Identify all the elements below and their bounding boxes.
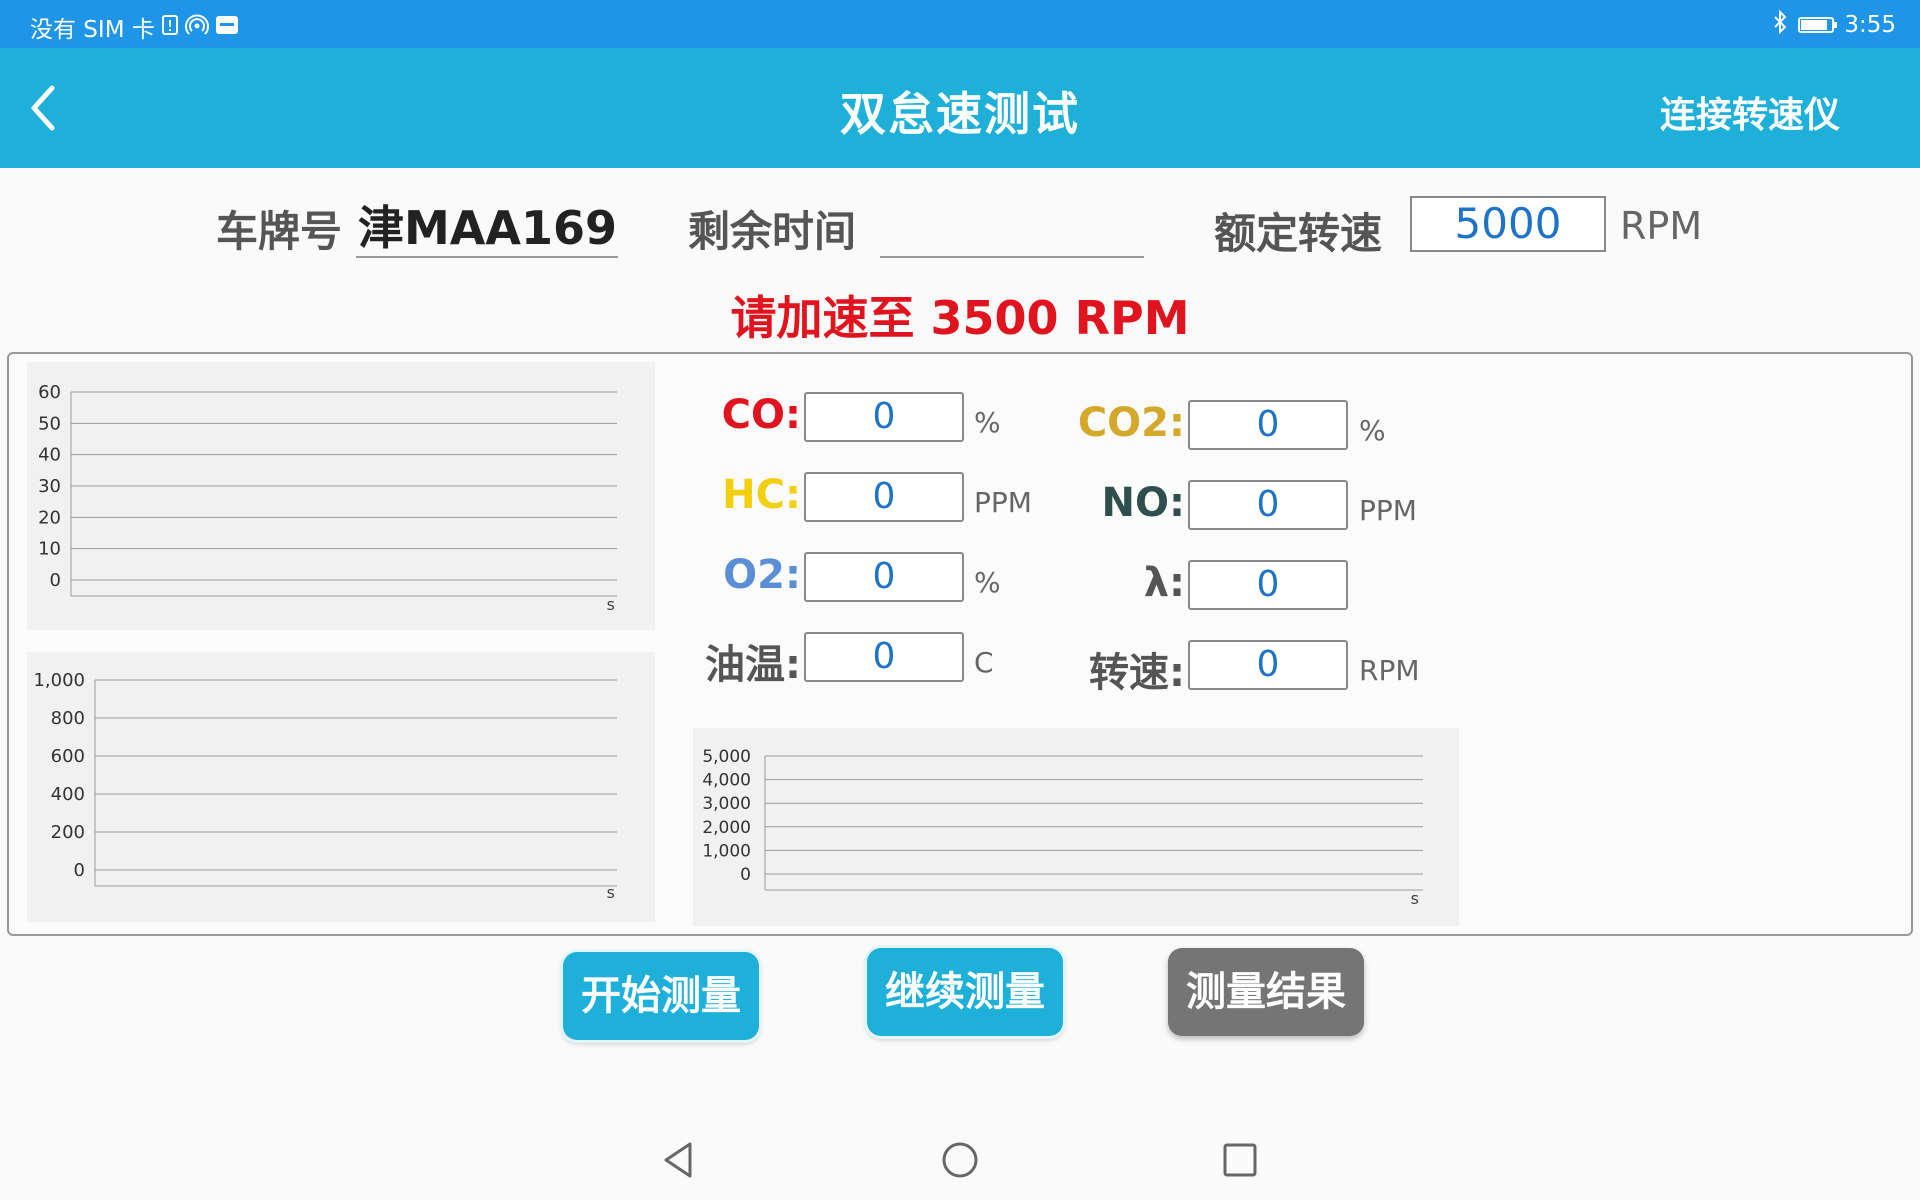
y-tick-label: 5,000	[702, 747, 751, 767]
oil-temp-unit: C	[974, 646, 994, 679]
chart-svg: 60 50 40 30 20 10 0 s	[38, 382, 617, 614]
y-tick-label: 800	[51, 708, 85, 729]
hc-label: HC:	[722, 472, 801, 518]
clock-text: 3:55	[1844, 11, 1896, 38]
oil-temp-value-field[interactable]: 0	[804, 632, 964, 682]
continue-measure-button[interactable]: 继续测量	[867, 948, 1063, 1036]
y-tick-label: 50	[38, 413, 61, 434]
y-tick-label: 4,000	[702, 771, 751, 791]
y-tick-label: 200	[51, 822, 85, 843]
co-value-field[interactable]: 0	[804, 392, 964, 442]
o2-unit: %	[974, 566, 1001, 599]
rpm-unit: RPM	[1359, 654, 1420, 687]
chart-svg: 5,000 4,000 3,000 2,000 1,000 0 s	[702, 747, 1423, 908]
rpm-chart: 5,000 4,000 3,000 2,000 1,000 0 s	[693, 728, 1459, 926]
app-bar: 双怠速测试 连接转速仪	[0, 48, 1920, 168]
y-tick-label: 2,000	[702, 818, 751, 838]
nav-recents-icon[interactable]	[1212, 1132, 1268, 1188]
plate-underline	[356, 256, 618, 258]
start-measure-button[interactable]: 开始测量	[563, 952, 759, 1040]
y-tick-label: 20	[38, 507, 61, 528]
o2-value-field[interactable]: 0	[804, 552, 964, 602]
y-tick-label: 0	[50, 570, 61, 591]
o2-label: O2:	[723, 552, 801, 598]
remaining-time-underline	[880, 256, 1144, 258]
y-tick-label: 400	[51, 784, 85, 805]
x-axis-label: s	[1411, 889, 1419, 908]
rpm-label: 转速:	[1089, 650, 1185, 696]
lambda-value-field[interactable]: 0	[1188, 560, 1348, 610]
status-bar: 没有 SIM 卡 3:55	[0, 0, 1920, 48]
y-tick-label: 10	[38, 539, 61, 560]
y-tick-label: 30	[38, 476, 61, 497]
nav-back-icon[interactable]	[652, 1132, 708, 1188]
emission-ppm-chart: 1,000 800 600 400 200 0 s	[27, 652, 655, 922]
vehicle-info-row: 车牌号 津MAA169 剩余时间 额定转速 5000 RPM	[0, 190, 1920, 270]
rated-speed-input[interactable]: 5000	[1410, 196, 1606, 252]
x-axis-label: s	[607, 883, 615, 902]
y-tick-label: 3,000	[702, 794, 751, 814]
co2-unit: %	[1359, 414, 1386, 447]
rpm-value-field[interactable]: 0	[1188, 640, 1348, 690]
sms-icon	[215, 15, 239, 40]
y-tick-label: 60	[38, 382, 61, 403]
no-value-field[interactable]: 0	[1188, 480, 1348, 530]
no-unit: PPM	[1359, 494, 1417, 527]
status-left: 没有 SIM 卡	[30, 10, 239, 44]
system-nav-bar	[0, 1120, 1920, 1200]
no-label: NO:	[1101, 480, 1185, 526]
connect-tachometer-button[interactable]: 连接转速仪	[1660, 86, 1840, 138]
remaining-time-label: 剩余时间	[688, 207, 857, 256]
page-title: 双怠速测试	[840, 87, 1080, 141]
co-unit: %	[974, 406, 1001, 439]
chart-svg: 1,000 800 600 400 200 0 s	[33, 670, 617, 902]
co-label: CO:	[721, 392, 801, 438]
hotspot-icon	[184, 14, 209, 41]
y-tick-label: 1,000	[702, 841, 751, 861]
x-axis-label: s	[607, 595, 615, 614]
rated-speed-label: 额定转速	[1214, 209, 1383, 258]
measurement-panel: 60 50 40 30 20 10 0 s 1,000 800 600 400 200 0 s 5,000…	[7, 352, 1913, 936]
co2-label: CO2:	[1077, 400, 1185, 446]
hc-unit: PPM	[974, 486, 1032, 519]
lambda-label: λ:	[1143, 560, 1185, 606]
y-tick-label: 0	[74, 860, 85, 881]
nav-home-icon[interactable]	[932, 1132, 988, 1188]
battery-charging-icon	[1798, 16, 1838, 33]
bluetooth-icon	[1772, 9, 1788, 39]
y-tick-label: 1,000	[33, 670, 85, 691]
measure-result-button[interactable]: 测量结果	[1168, 948, 1364, 1036]
oil-temp-label: 油温:	[705, 642, 801, 688]
status-right: 3:55	[1772, 9, 1896, 39]
hc-value-field[interactable]: 0	[804, 472, 964, 522]
plate-value[interactable]: 津MAA169	[358, 192, 617, 258]
emission-percent-chart: 60 50 40 30 20 10 0 s	[27, 362, 655, 630]
y-tick-label: 0	[740, 865, 751, 885]
carrier-text: 没有 SIM 卡	[30, 17, 155, 43]
sim-alert-icon	[161, 14, 179, 41]
y-tick-label: 40	[38, 445, 61, 466]
y-tick-label: 600	[51, 746, 85, 767]
rated-speed-unit: RPM	[1620, 204, 1703, 248]
plate-label: 车牌号	[216, 207, 343, 256]
co2-value-field[interactable]: 0	[1188, 400, 1348, 450]
accelerate-prompt: 请加速至 3500 RPM	[730, 291, 1190, 345]
